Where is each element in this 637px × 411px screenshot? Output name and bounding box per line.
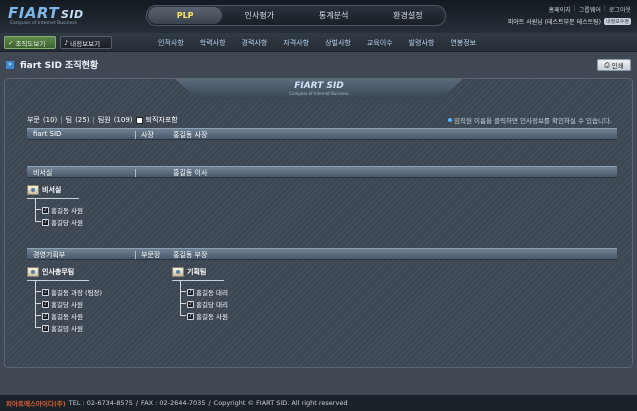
edit-profile-badge[interactable]: 내정보수정 xyxy=(603,18,631,25)
person-icon: ♪ xyxy=(42,324,49,332)
team-planning[interactable]: 기획팀 xyxy=(172,267,206,277)
top-links: 홈페이지 | 그룹웨어 | 로그아웃 xyxy=(548,5,631,14)
sub-bar: ✓ 조직도보기 ♪ 내정보보기 인적사항 학력사항 경력사항 자격사항 상벌사항… xyxy=(0,33,637,52)
check-icon: ✓ xyxy=(8,38,14,47)
person-icon: ♪ xyxy=(42,206,49,214)
subnav-item-license[interactable]: 자격사항 xyxy=(275,38,317,48)
tab-evaluation[interactable]: 인사평가 xyxy=(222,10,296,21)
footer-copyright: Copyright © FIART SID. All right reserve… xyxy=(213,399,348,407)
link-homepage[interactable]: 홈페이지 xyxy=(549,5,571,14)
link-logout[interactable]: 로그아웃 xyxy=(609,5,631,14)
include-retired-checkbox[interactable] xyxy=(135,116,143,124)
member-item[interactable]: ♪ 홍길동 사원 xyxy=(42,205,83,215)
section-bar-secretariat: 비서실 홍길동 이사 xyxy=(27,166,617,178)
footer-tel: TEL : 02-6734-8575 xyxy=(68,399,133,407)
member-item[interactable]: ♪ 홍길당 사원 xyxy=(42,217,83,227)
section-bar-ceo: fiart SID 사장 홍길동 사장 xyxy=(27,128,617,140)
tab-plp[interactable]: PLP xyxy=(148,7,223,24)
panel-logo: FIART SID Compass of Internet Business xyxy=(175,79,463,99)
subnav-item-awards[interactable]: 상벌사항 xyxy=(317,38,359,48)
tab-settings[interactable]: 환경설정 xyxy=(371,10,445,21)
include-retired-label: 퇴직자포함 xyxy=(145,116,178,124)
subnav-item-career[interactable]: 경력사항 xyxy=(234,38,276,48)
member-item[interactable]: ♪ 홍길당 사원 xyxy=(42,299,83,309)
person-icon: ♪ xyxy=(42,312,49,320)
subnav-item-salary[interactable]: 연봉정보 xyxy=(442,38,484,48)
arrow-right-icon: » xyxy=(6,61,14,69)
top-bar: FIART SID Compass of Internet Business PL… xyxy=(0,0,637,33)
my-info-button[interactable]: ♪ 내정보보기 xyxy=(60,36,112,49)
folder-people-icon xyxy=(27,185,39,195)
user-info: 피아트 사원님 (테스트부문 테스트팀) 내정보수정 xyxy=(508,17,631,26)
subnav-item-training[interactable]: 교육이수 xyxy=(359,38,401,48)
subnav-item-education[interactable]: 학력사항 xyxy=(192,38,234,48)
tab-statistics[interactable]: 통계분석 xyxy=(297,10,371,21)
section-bar-management: 경영기획부 부문장 홍길동 부장 xyxy=(27,248,617,260)
person-icon: ♪ xyxy=(187,288,194,296)
org-panel: FIART SID Compass of Internet Business 부… xyxy=(4,78,633,368)
title-bar: » fiart SID 조직현황 ⎙ 인쇄 xyxy=(0,56,637,76)
member-item[interactable]: ♪ 홍길동 사원 xyxy=(187,311,228,321)
folder-people-icon xyxy=(27,267,39,277)
hint-text: 임직원 이름을 클릭하면 인사정보를 확인하실 수 있습니다. xyxy=(448,115,612,125)
subnav-item-personal[interactable]: 인적사항 xyxy=(150,38,192,48)
link-groupware[interactable]: 그룹웨어 xyxy=(579,5,601,14)
section-person[interactable]: 홍길동 이사 xyxy=(173,168,207,178)
footer: 피아트에스아이디(주) TEL : 02-6734-8575 / FAX : 0… xyxy=(0,395,637,411)
section-person[interactable]: 홍길동 사장 xyxy=(173,130,207,140)
footer-brand: 피아트에스아이디(주) xyxy=(6,400,66,408)
sub-nav: 인적사항 학력사항 경력사항 자격사항 상벌사항 교육이수 발령사항 연봉정보 xyxy=(150,33,484,52)
member-item[interactable]: ♪ 홍길덩 사원 xyxy=(42,323,83,333)
person-icon: ♪ xyxy=(64,38,69,47)
printer-icon: ⎙ xyxy=(604,60,610,69)
person-icon: ♪ xyxy=(42,218,49,226)
person-icon: ♪ xyxy=(187,312,194,320)
page-title: fiart SID 조직현황 xyxy=(20,61,99,71)
member-item[interactable]: ♪ 홍길동 과장 (팀장) xyxy=(42,287,102,297)
person-icon: ♪ xyxy=(42,300,49,308)
member-item[interactable]: ♪ 홍길동 대리 xyxy=(187,287,228,297)
team-secretariat[interactable]: 비서실 xyxy=(27,185,61,195)
team-hr-general[interactable]: 인사총무팀 xyxy=(27,267,74,277)
section-person[interactable]: 홍길동 부장 xyxy=(173,250,207,260)
folder-people-icon xyxy=(172,267,184,277)
org-counts: 부문 (10) | 팀 (25) | 팀원 (109) 퇴직자포함 xyxy=(27,116,178,124)
person-icon: ♪ xyxy=(42,288,49,296)
member-item[interactable]: ♪ 홍길당 대리 xyxy=(187,299,228,309)
user-name: 피아트 사원님 (테스트부문 테스트팀) xyxy=(507,19,601,26)
main-nav: PLP 인사평가 통계분석 환경설정 xyxy=(146,5,446,26)
print-button[interactable]: ⎙ 인쇄 xyxy=(597,59,631,71)
subnav-item-appointment[interactable]: 발령사항 xyxy=(401,38,443,48)
member-item[interactable]: ♪ 홍길동 사원 xyxy=(42,311,83,321)
org-chart-button[interactable]: ✓ 조직도보기 xyxy=(4,36,56,49)
person-icon: ♪ xyxy=(187,300,194,308)
footer-fax: FAX : 02-2644-7035 xyxy=(141,399,206,407)
bullet-icon xyxy=(448,118,453,122)
logo[interactable]: FIART SID Compass of Internet Business xyxy=(8,4,128,30)
